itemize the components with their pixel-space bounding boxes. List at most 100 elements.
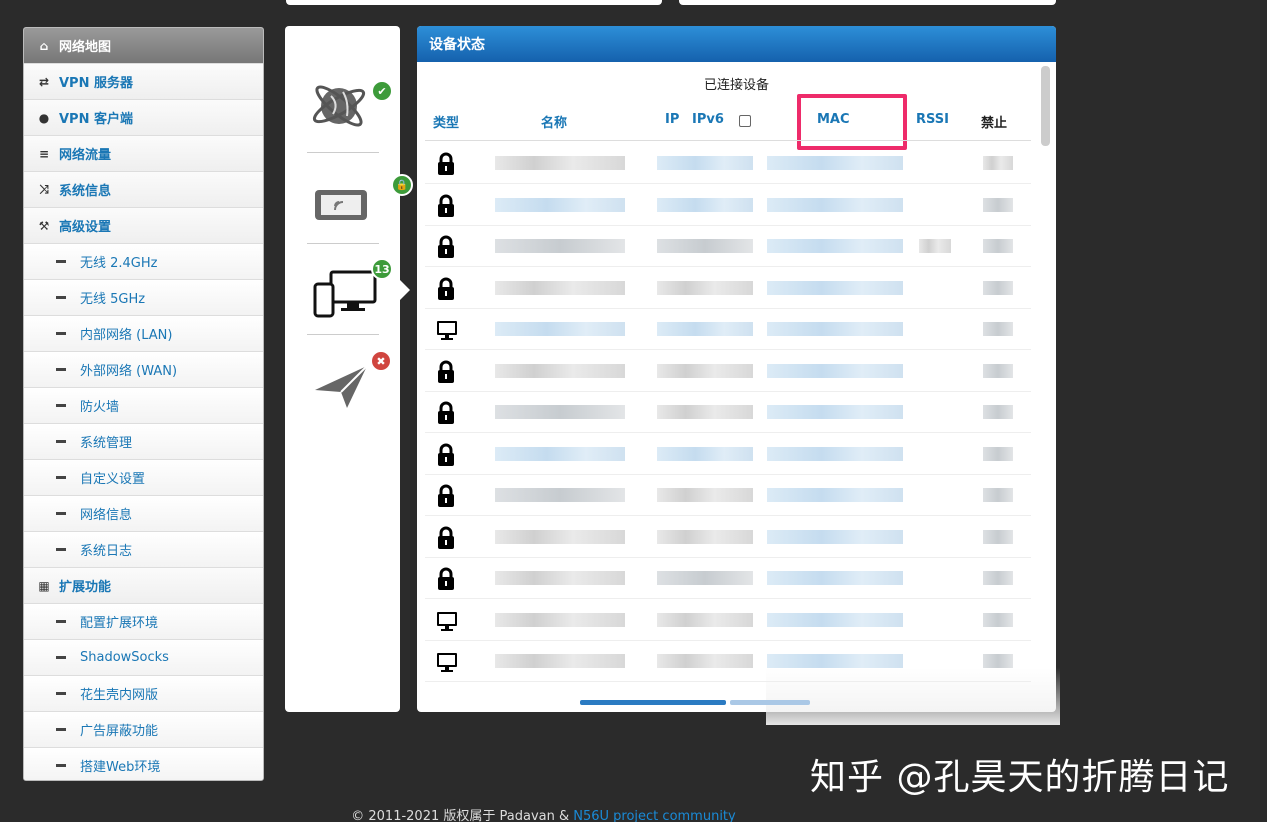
col-rssi[interactable]: RSSI [916,112,949,127]
ip-cell [657,322,753,336]
sidebar-item[interactable]: 配置扩展环境 [24,604,263,640]
sidebar-item[interactable]: 无线 2.4GHz [24,244,263,280]
col-type[interactable]: 类型 [433,112,459,131]
block-cell [983,197,1013,212]
vpn-status[interactable]: ✖ [307,348,392,420]
monitor-icon [435,650,459,674]
mac-cell [767,239,903,253]
col-name[interactable]: 名称 [541,112,567,131]
table-row[interactable] [425,309,1031,350]
mac-cell [767,529,903,544]
sidebar-item[interactable]: 外部网络 (WAN) [24,352,263,388]
bottom-button-edge [580,700,726,705]
dash-icon [56,764,66,767]
name-cell [495,280,625,295]
mac-cell [767,197,903,212]
table-row[interactable] [425,475,1031,516]
sidebar-item-label: 系统日志 [80,544,133,559]
lock-icon [435,526,459,550]
col-ip[interactable]: IP [665,112,679,127]
block-cell [983,529,1013,544]
panel-title: 设备状态 [417,26,1056,62]
internet-status[interactable]: ✔ [307,70,393,142]
sidebar-item-label: 无线 5GHz [80,292,146,307]
dash-icon [56,440,66,443]
name-cell [495,197,625,212]
mac-highlight-box [797,94,907,150]
sidebar-item[interactable]: 广告屏蔽功能 [24,712,263,748]
table-row[interactable] [425,517,1031,558]
sidebar-item[interactable]: 搭建Web环境 [24,748,263,780]
footer: © 2011-2021 版权属于 Padavan & N56U project … [0,805,1087,822]
sidebar-item[interactable]: ⌂ 网络地图 [24,28,263,64]
ip-cell [657,280,753,295]
sidebar-item[interactable]: ≡ 网络流量 [24,136,263,172]
table-row[interactable] [425,641,1031,682]
sidebar-item-label: 无线 2.4GHz [80,256,158,271]
table-row[interactable] [425,143,1031,184]
mac-cell [767,654,903,668]
sidebar-item[interactable]: 系统管理 [24,424,263,460]
lock-icon [435,567,459,591]
ip-cell [657,571,753,585]
table-row[interactable] [425,185,1031,226]
sidebar-item-label: ShadowSocks [80,650,169,665]
block-cell [983,156,1013,170]
table-row[interactable] [425,558,1031,599]
name-cell [495,612,625,627]
footer-community-link[interactable]: N56U project community [573,809,735,822]
sidebar-item[interactable]: ⤨ 系统信息 [24,172,263,208]
lock-icon [435,235,459,259]
sidebar-item[interactable]: ● VPN 客户端 [24,100,263,136]
sidebar-item-label: 自定义设置 [80,472,146,487]
block-cell [983,405,1013,419]
lock-icon [435,152,459,176]
vpn-error-badge: ✖ [370,350,392,372]
sidebar-item[interactable]: ShadowSocks [24,640,263,676]
ipv6-checkbox[interactable] [739,115,751,127]
shuffle-icon: ⤨ [39,182,49,196]
col-ipv6[interactable]: IPv6 [692,112,724,127]
wireless-status[interactable]: 🔒 [307,166,413,238]
status-icon-panel: ✔ 🔒 13 ✖ [285,26,413,712]
mac-cell [767,405,903,419]
clients-status[interactable]: 13 [307,258,393,330]
sidebar-item[interactable]: ▦ 扩展功能 [24,568,263,604]
connected-badge: ✔ [371,80,393,102]
sidebar-item-label: 花生壳内网版 [80,688,159,703]
mac-cell [767,280,903,295]
dash-icon [56,260,66,263]
table-row[interactable] [425,392,1031,433]
sidebar-item[interactable]: 内部网络 (LAN) [24,316,263,352]
sidebar-item[interactable]: 网络信息 [24,496,263,532]
dash-icon [56,512,66,515]
sidebar-item[interactable]: 花生壳内网版 [24,676,263,712]
wrench-icon: ⚒ [38,218,50,233]
block-cell [983,280,1013,295]
sidebar-item-label: 搭建Web环境 [80,760,161,775]
table-row[interactable] [425,351,1031,392]
sidebar-item[interactable]: 系统日志 [24,532,263,568]
dash-icon [56,404,66,407]
block-cell [983,654,1013,668]
name-cell [495,529,625,544]
table-row[interactable] [425,434,1031,475]
block-cell [983,488,1013,502]
dash-icon [56,692,66,695]
sidebar-item[interactable]: 防火墙 [24,388,263,424]
lock-icon [435,484,459,508]
name-cell [495,446,625,461]
name-cell [495,363,625,378]
home-icon: ⌂ [39,38,49,53]
sidebar-item-label: 网络信息 [80,508,133,523]
table-scrollbar[interactable] [1041,66,1050,146]
table-row[interactable] [425,268,1031,309]
table-row[interactable] [425,600,1031,641]
name-cell [495,488,625,502]
sidebar-item[interactable]: 自定义设置 [24,460,263,496]
table-row[interactable] [425,226,1031,267]
ip-cell [657,488,753,502]
sidebar-item[interactable]: ⇄ VPN 服务器 [24,64,263,100]
sidebar-item[interactable]: ⚒ 高级设置 [24,208,263,244]
sidebar-item[interactable]: 无线 5GHz [24,280,263,316]
